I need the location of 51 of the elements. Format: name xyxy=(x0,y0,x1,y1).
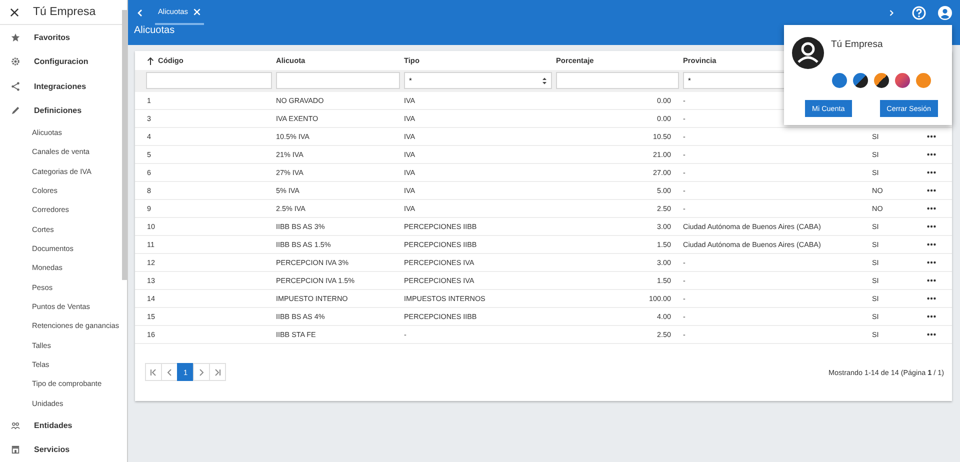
more-icon[interactable] xyxy=(927,207,936,210)
scrollbar[interactable] xyxy=(122,10,127,280)
more-icon[interactable] xyxy=(927,225,936,228)
sidebar-section[interactable]: Entidades xyxy=(0,413,111,438)
close-icon[interactable] xyxy=(10,8,19,16)
filter-field[interactable] xyxy=(146,72,272,89)
theme-swatch[interactable] xyxy=(894,73,910,88)
chevron-right-icon xyxy=(199,368,204,376)
filter-field[interactable] xyxy=(276,72,400,89)
avatar-icon xyxy=(792,37,824,69)
sort-arrows-icon xyxy=(542,76,547,84)
next-page-button[interactable] xyxy=(193,363,210,381)
more-icon[interactable] xyxy=(927,261,936,264)
more-icon[interactable] xyxy=(927,315,936,318)
people-icon xyxy=(11,420,20,430)
star-icon xyxy=(11,32,20,42)
theme-swatch[interactable] xyxy=(916,73,930,88)
more-icon[interactable] xyxy=(927,297,936,300)
more-icon[interactable] xyxy=(927,135,936,138)
more-icon[interactable] xyxy=(927,171,936,174)
page-title: Alicuotas xyxy=(134,25,175,36)
chevron-left-icon xyxy=(167,368,172,376)
more-icon[interactable] xyxy=(927,153,936,156)
sidebar-section[interactable]: Integraciones xyxy=(0,74,111,98)
more-icon[interactable] xyxy=(927,279,936,282)
pencil-icon xyxy=(11,106,20,116)
more-icon[interactable] xyxy=(927,333,936,336)
back-icon[interactable] xyxy=(137,8,143,16)
help-icon[interactable] xyxy=(912,6,926,20)
sidebar-section[interactable]: Favoritos xyxy=(0,25,111,50)
last-page-icon xyxy=(214,368,221,376)
company-name: Tú Empresa xyxy=(33,6,96,18)
theme-swatch[interactable] xyxy=(852,73,868,88)
more-icon[interactable] xyxy=(927,189,936,192)
account-name: Tú Empresa xyxy=(831,39,883,50)
more-icon[interactable] xyxy=(927,243,936,246)
sidebar-section[interactable]: Configuracion xyxy=(0,50,111,74)
store-icon xyxy=(11,445,20,454)
filter-field[interactable] xyxy=(556,72,679,89)
sidebar-section[interactable]: Definiciones xyxy=(0,98,111,123)
first-page-button[interactable] xyxy=(145,363,162,381)
share-icon xyxy=(11,82,20,91)
previous-page-button[interactable] xyxy=(161,363,178,381)
theme-swatch[interactable] xyxy=(832,73,846,88)
sidebar-section[interactable]: Servicios xyxy=(0,438,111,462)
theme-swatch[interactable] xyxy=(874,73,888,88)
gear-icon xyxy=(11,57,20,66)
account-icon[interactable] xyxy=(938,6,952,20)
last-page-button[interactable] xyxy=(209,363,226,381)
chevron-right-icon[interactable] xyxy=(889,8,894,16)
first-page-icon xyxy=(150,368,157,376)
